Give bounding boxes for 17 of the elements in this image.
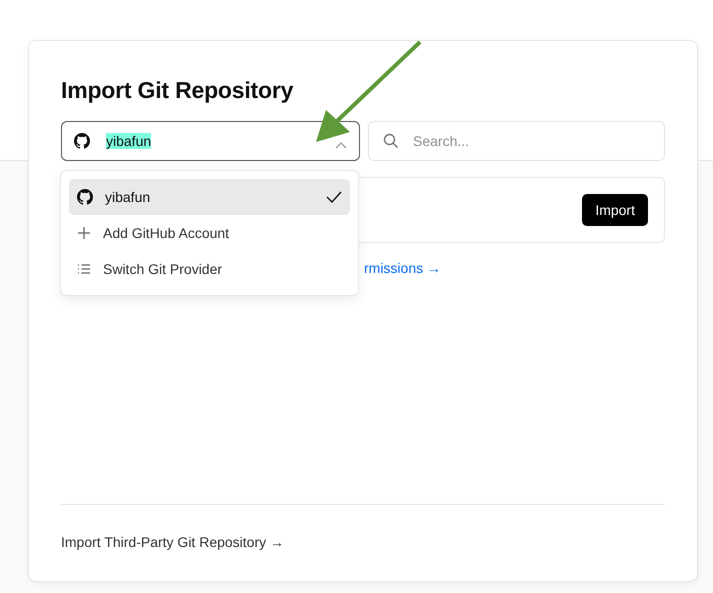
dropdown-item[interactable]: Add GitHub Account: [69, 215, 350, 251]
list-icon: [77, 263, 91, 275]
github-icon: [77, 189, 93, 205]
account-select[interactable]: yibafun: [61, 121, 360, 161]
checkmark-icon: [326, 191, 342, 203]
chevron-up-icon: [335, 141, 347, 149]
search-icon: [383, 133, 399, 149]
dropdown-item[interactable]: yibafun: [69, 179, 350, 215]
import-button[interactable]: Import: [582, 194, 648, 226]
selected-account: yibafun: [106, 133, 152, 149]
permissions-link[interactable]: rmissions →: [364, 260, 442, 276]
plus-icon: [77, 226, 91, 240]
github-icon: [74, 133, 90, 149]
third-party-import-link[interactable]: Import Third-Party Git Repository →: [61, 534, 284, 550]
page-title: Import Git Repository: [61, 77, 294, 104]
search-field[interactable]: Search...: [368, 121, 665, 161]
dropdown-item[interactable]: Switch Git Provider: [69, 251, 350, 287]
